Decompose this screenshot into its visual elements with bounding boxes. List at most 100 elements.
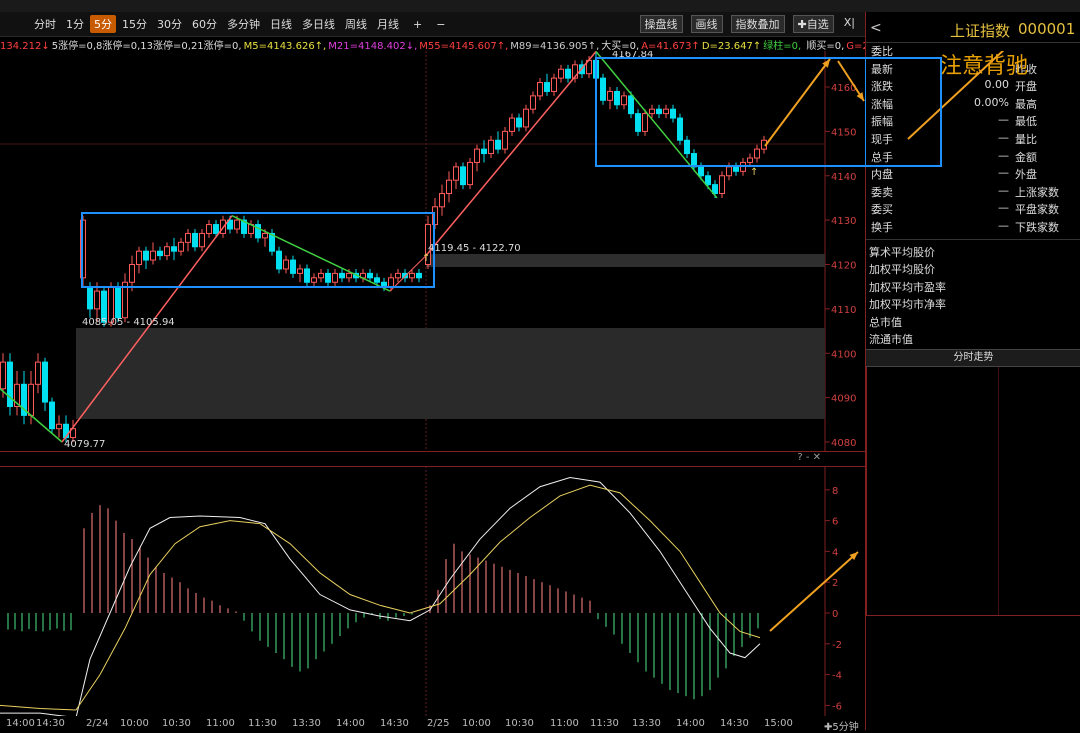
zoom-in-button[interactable]: +	[409, 17, 426, 32]
period-7-button[interactable]: 日线	[266, 15, 296, 33]
sub-label: 2	[832, 578, 838, 589]
candle-up	[333, 269, 338, 287]
period-10-button[interactable]: 月线	[373, 15, 403, 33]
candle-down	[144, 247, 149, 269]
time-tick: 2/25	[427, 718, 449, 729]
kline-main-chart[interactable]: 4160415041404130412041104100409040804167…	[0, 51, 865, 451]
toolbar-right-group: 操盘线 画线 指数叠加 ✚自选 X|	[636, 15, 859, 33]
candle-down	[496, 131, 501, 153]
quote-label-right: 量比	[1015, 131, 1037, 147]
candle-up	[319, 269, 324, 282]
indicator-value-1: 5涨停=0,8涨停=0,13涨停=0,21涨停=0,	[52, 41, 242, 51]
macd-dea-line	[0, 485, 760, 710]
candle-body	[326, 273, 331, 282]
candle-up	[559, 65, 564, 83]
candle-down	[193, 229, 198, 251]
period-0-button[interactable]: 分时	[30, 15, 60, 33]
candle-body	[510, 118, 515, 131]
macd-histogram	[8, 505, 758, 699]
period-2-button[interactable]: 5分	[90, 15, 116, 33]
candle-up	[165, 242, 170, 260]
candle-body	[57, 424, 62, 428]
period-9-button[interactable]: 周线	[341, 15, 371, 33]
candle-up	[298, 265, 303, 283]
quote-label: 委比	[871, 43, 893, 59]
time-tick: 2/24	[86, 718, 108, 729]
candle-down	[601, 74, 606, 105]
quote-label-right: 开盘	[1015, 78, 1037, 94]
candle-body	[706, 176, 711, 185]
candle-body	[440, 194, 445, 207]
candle-body	[375, 278, 380, 282]
period-8-button[interactable]: 多日线	[298, 15, 339, 33]
subchart-controls[interactable]: ? - ✕	[797, 452, 821, 463]
candle-body	[531, 96, 536, 109]
intraday-frame	[866, 367, 1080, 616]
candle-body	[699, 167, 704, 176]
candle-body	[277, 251, 282, 269]
sub-label: 8	[832, 486, 838, 497]
candle-up	[123, 273, 128, 322]
macd-sub-chart[interactable]: 8 6 4 2 0 -2 -4 -6	[0, 466, 865, 716]
candle-body	[130, 265, 135, 283]
up-trend-line	[426, 52, 596, 256]
candle-body	[454, 167, 459, 180]
quote-value: —	[998, 113, 1009, 126]
indicator-value-10: 顺买=0,	[803, 41, 844, 51]
candle-body	[461, 167, 466, 185]
quote-extra-item: 加权平均股价	[866, 261, 1080, 279]
chart-toolbar: 分时 1分 5分 15分 30分 60分 多分钟 日线 多日线 周线 月线 + − 操盘线 画线 指数叠加 ✚自…	[0, 12, 865, 37]
zoom-out-button[interactable]: −	[432, 17, 449, 32]
candle-body	[396, 273, 401, 277]
candle-up	[284, 256, 289, 274]
candle-up	[475, 145, 480, 172]
quote-label-right: 最低	[1015, 113, 1037, 129]
candle-up	[130, 256, 135, 292]
candle-down	[671, 105, 676, 123]
candle-body	[475, 149, 480, 162]
indicator-value-5: M89=4136.905↑,	[510, 41, 599, 51]
time-unit-button[interactable]: ✚5分钟	[824, 718, 859, 733]
back-button[interactable]: <	[870, 20, 882, 36]
candle-up	[720, 171, 725, 198]
candle-body	[720, 176, 725, 194]
toolbar-right-1-button[interactable]: 画线	[691, 15, 723, 33]
toolbar-right-2-button[interactable]: 指数叠加	[731, 15, 785, 33]
period-6-button[interactable]: 多分钟	[223, 15, 264, 33]
time-tick: 14:00	[6, 718, 35, 729]
candle-body	[524, 109, 529, 127]
candle-body	[29, 384, 34, 415]
candle-down	[678, 114, 683, 145]
indicator-value-6: 大买=0,	[601, 41, 639, 51]
candle-body	[552, 78, 557, 91]
candle-up	[186, 229, 191, 251]
toolbar-right-3-button[interactable]: ✚自选	[793, 15, 834, 33]
candle-body	[347, 273, 352, 277]
candle-up	[200, 229, 205, 251]
time-tick: 10:30	[505, 718, 534, 729]
quote-label: 涨幅	[871, 96, 893, 112]
intraday-section-header[interactable]: 分时走势	[866, 349, 1080, 367]
candle-body	[601, 78, 606, 100]
price-label: 4110	[831, 305, 856, 316]
marker-arrow: ↑	[750, 167, 758, 178]
candle-up	[440, 185, 445, 216]
time-axis: 14:00 14:30 2/24 10:00 10:30 11:00 11:30 13:30 1…	[0, 718, 865, 730]
period-5-button[interactable]: 60分	[188, 15, 221, 33]
period-4-button[interactable]: 30分	[153, 15, 186, 33]
price-label: 4140	[831, 172, 856, 183]
period-3-button[interactable]: 15分	[118, 15, 151, 33]
price-annotation: 4085.05 - 4105.94	[82, 317, 175, 328]
quote-row: 现手 — 量比	[866, 131, 1080, 149]
quote-label: 涨跌	[871, 78, 893, 94]
period-1-button[interactable]: 1分	[62, 15, 88, 33]
macd-diff-line	[0, 477, 760, 716]
collapse-panel-button[interactable]: X|	[840, 15, 859, 33]
candle-up	[57, 415, 62, 437]
price-label: 4130	[831, 216, 856, 227]
candle-up	[361, 269, 366, 282]
candle-up	[531, 91, 536, 113]
quote-extra-item: 流通市值	[866, 331, 1080, 349]
time-tick: 14:30	[720, 718, 749, 729]
toolbar-right-0-button[interactable]: 操盘线	[640, 15, 683, 33]
